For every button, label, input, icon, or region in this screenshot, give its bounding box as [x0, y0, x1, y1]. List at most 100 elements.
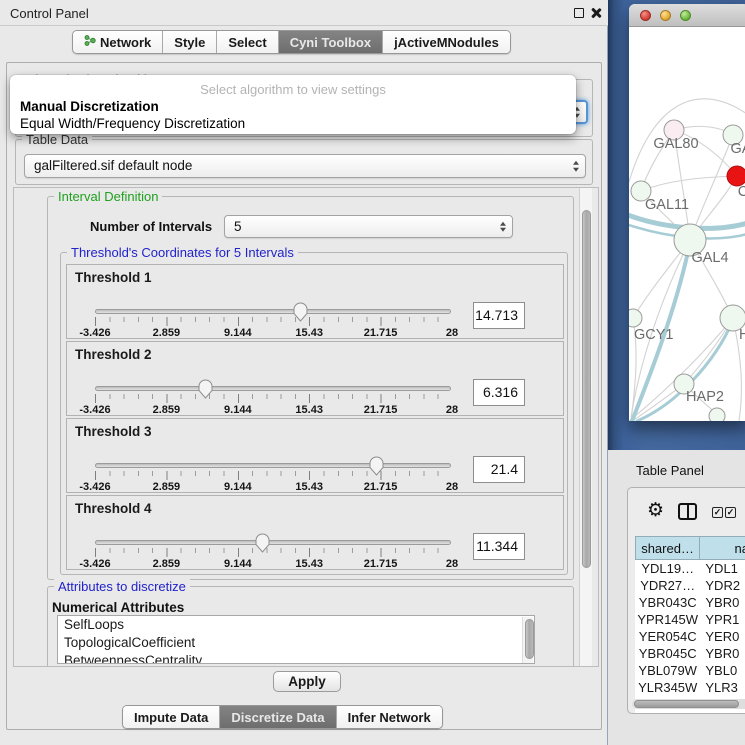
settings-scrollbar[interactable]: [579, 188, 592, 666]
tab-impute-data-label: Impute Data: [134, 710, 208, 725]
zoom-traffic-light-icon[interactable]: [680, 10, 691, 21]
slider-tick-label: -3.426: [79, 404, 110, 416]
slider-tick-label: -3.426: [79, 558, 110, 570]
cell-shared-name[interactable]: YBL079W: [635, 662, 700, 679]
threshold-1-slider-track[interactable]: [95, 309, 451, 314]
threshold-1-slider-thumb[interactable]: [291, 301, 310, 322]
table-row[interactable]: YBR043CYBR0: [635, 594, 745, 611]
table-row[interactable]: YBR045CYBR0: [635, 645, 745, 662]
network-node-C[interactable]: [727, 166, 745, 186]
cell-name[interactable]: YBR0: [700, 594, 745, 611]
attributes-list-scrollbar[interactable]: [522, 617, 533, 664]
cell-name[interactable]: YLR3: [700, 679, 745, 696]
network-node-label: C: [738, 184, 745, 200]
table-data-combobox[interactable]: galFiltered.sif default node: [24, 154, 586, 178]
columns-icon[interactable]: [678, 503, 697, 520]
threshold-2-slider-thumb[interactable]: [196, 378, 215, 399]
cell-shared-name[interactable]: YBR045C: [635, 645, 700, 662]
threshold-3-value-field[interactable]: 21.4: [473, 456, 525, 483]
network-window-titlebar[interactable]: [629, 4, 745, 27]
popup-option-equal-width-frequency[interactable]: Equal Width/Frequency Discretization: [14, 115, 572, 132]
slider-tick-label: 21.715: [364, 404, 398, 416]
checkbox-icon[interactable]: ✓: [712, 507, 723, 518]
slider-tick-label: 15.43: [295, 481, 323, 493]
attributes-group-label: Attributes to discretize: [54, 579, 190, 594]
slider-ticks: -3.4262.8599.14415.4321.71528: [95, 548, 452, 582]
gear-icon[interactable]: ⚙: [647, 501, 664, 520]
network-node-unlabeled[interactable]: [709, 408, 725, 421]
table-horizontal-scrollbar[interactable]: [632, 699, 745, 709]
tab-infer-network-label: Infer Network: [348, 710, 431, 725]
checkbox-icon[interactable]: ✓: [725, 507, 736, 518]
settings-scrollbar-thumb[interactable]: [582, 210, 591, 568]
network-canvas[interactable]: GAL80GACGAL11GAL4GCY1HHAP2: [629, 27, 745, 421]
number-of-intervals-value: 5: [234, 219, 242, 234]
numerical-attributes-list[interactable]: SelfLoopsTopologicalCoefficientBetweenne…: [57, 615, 535, 664]
cell-name[interactable]: YDL1: [700, 560, 745, 577]
threshold-3-slider-track[interactable]: [95, 463, 451, 468]
column-header-shared[interactable]: shared…: [635, 536, 700, 560]
tab-select[interactable]: Select: [217, 31, 278, 53]
close-traffic-light-icon[interactable]: [640, 10, 651, 21]
tab-network[interactable]: Network: [73, 31, 163, 53]
slider-tick-label: 28: [446, 404, 458, 416]
network-node-label: GA: [731, 141, 745, 157]
slider-tick-label: 15.43: [295, 404, 323, 416]
attribute-list-item[interactable]: TopologicalCoefficient: [58, 634, 534, 652]
cell-shared-name[interactable]: YER054C: [635, 628, 700, 645]
tab-cyni-toolbox[interactable]: Cyni Toolbox: [279, 31, 383, 53]
cell-shared-name[interactable]: YPR145W: [635, 611, 700, 628]
close-icon[interactable]: [590, 7, 602, 19]
tab-style[interactable]: Style: [163, 31, 217, 53]
attribute-list-item[interactable]: BetweennessCentrality: [58, 652, 534, 664]
slider-tick-label: 9.144: [224, 481, 252, 493]
table-row[interactable]: YLR345WYLR3: [635, 679, 745, 696]
threshold-4-slider-track[interactable]: [95, 540, 451, 545]
combo-stepper-icon: [500, 221, 506, 232]
cell-name[interactable]: YBL0: [700, 662, 745, 679]
cell-shared-name[interactable]: YDR27…: [635, 577, 700, 594]
threshold-4-slider-thumb[interactable]: [253, 532, 272, 553]
minimize-traffic-light-icon[interactable]: [660, 10, 671, 21]
cell-name[interactable]: YDR2: [700, 577, 745, 594]
tab-impute-data[interactable]: Impute Data: [123, 706, 220, 728]
tab-discretize-data[interactable]: Discretize Data: [220, 706, 336, 728]
threshold-2-slider-track[interactable]: [95, 386, 451, 391]
apply-button[interactable]: Apply: [273, 671, 341, 692]
cell-shared-name[interactable]: YLR345W: [635, 679, 700, 696]
popup-option-manual-discretization[interactable]: Manual Discretization: [14, 98, 572, 115]
table-hscrollbar-thumb[interactable]: [634, 700, 739, 708]
threshold-4-value-field[interactable]: 11.344: [473, 533, 525, 560]
threshold-2-value-field[interactable]: 6.316: [473, 379, 525, 406]
slider-tick-label: 2.859: [153, 481, 181, 493]
network-edge[interactable]: [641, 176, 737, 191]
slider-tick-label: 2.859: [153, 327, 181, 339]
cell-name[interactable]: YER0: [700, 628, 745, 645]
table-row[interactable]: YBL079WYBL0: [635, 662, 745, 679]
table-data-combobox-value: galFiltered.sif default node: [34, 158, 192, 173]
attribute-list-item[interactable]: SelfLoops: [58, 616, 534, 634]
number-of-intervals-combobox[interactable]: 5: [224, 215, 513, 238]
tab-jactivemnodules[interactable]: jActiveMNodules: [383, 31, 510, 53]
table-row[interactable]: YDL19…YDL1: [635, 560, 745, 577]
cell-shared-name[interactable]: YDL19…: [635, 560, 700, 577]
column-header-name[interactable]: na: [700, 536, 745, 560]
control-panel-window: Control Panel Network Style Select Cyni …: [0, 0, 608, 745]
threshold-3-panel: Threshold 3 -3.4262.8599.14415.4321.7152…: [66, 418, 564, 493]
table-row[interactable]: YDR27…YDR2: [635, 577, 745, 594]
table-body: YDL19…YDL1YDR27…YDR2YBR043CYBR0YPR145WYP…: [635, 560, 745, 713]
threshold-4-panel: Threshold 4 -3.4262.8599.14415.4321.7152…: [66, 495, 564, 570]
float-window-icon[interactable]: [574, 8, 584, 18]
tab-infer-network[interactable]: Infer Network: [337, 706, 442, 728]
cell-shared-name[interactable]: YBR043C: [635, 594, 700, 611]
table-row[interactable]: YER054CYER0: [635, 628, 745, 645]
threshold-3-slider-thumb[interactable]: [367, 455, 386, 476]
cell-name[interactable]: YBR0: [700, 645, 745, 662]
cyni-toolbox-panel: Discretization Algorithm Table Data galF…: [6, 62, 602, 730]
slider-tick-label: 9.144: [224, 558, 252, 570]
threshold-1-value-field[interactable]: 14.713: [473, 302, 525, 329]
table-row[interactable]: YPR145WYPR1: [635, 611, 745, 628]
slider-tick-label: 9.144: [224, 327, 252, 339]
cell-name[interactable]: YPR1: [700, 611, 745, 628]
network-node-GCY1[interactable]: [629, 309, 642, 327]
